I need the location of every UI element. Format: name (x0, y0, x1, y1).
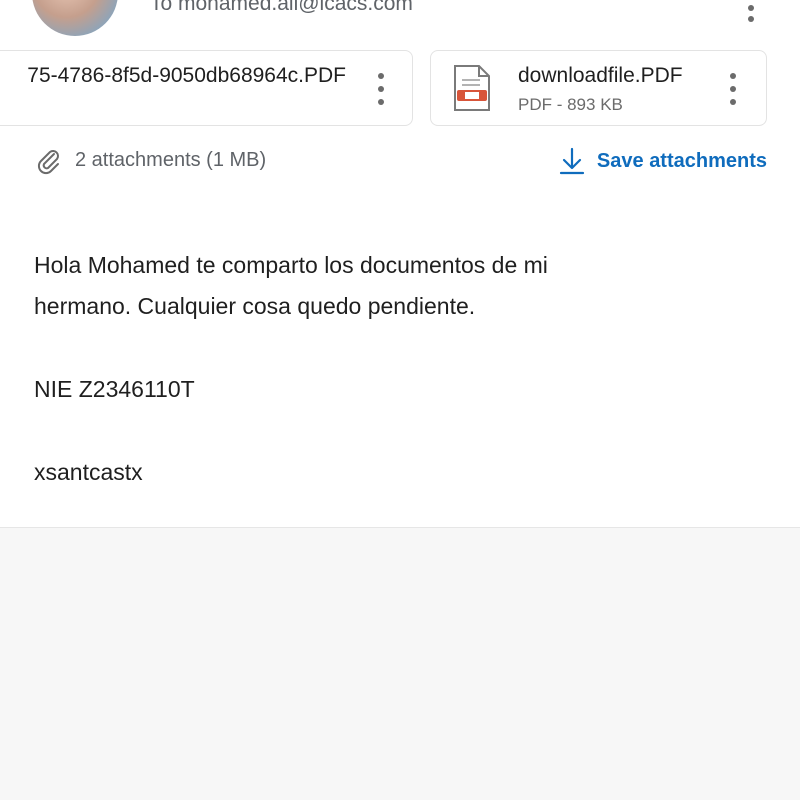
pdf-file-icon (454, 65, 490, 111)
avatar[interactable] (32, 0, 118, 36)
attachment-more-button[interactable] (728, 73, 738, 105)
message-line: hermano. Cualquier cosa quedo pendiente. (34, 293, 476, 319)
message-line: Hola Mohamed te comparto los documentos … (34, 252, 548, 278)
attachment-card[interactable]: 75-4786-8f5d-9050db68964c.PDF (0, 50, 413, 126)
attachment-summary-bar: 2 attachments (1 MB) Save attachments (35, 144, 767, 178)
attachment-filename: 75-4786-8f5d-9050db68964c.PDF (27, 64, 346, 87)
save-attachments-label: Save attachments (596, 149, 767, 172)
message-line: NIE Z2346110T (34, 376, 195, 402)
message-line: xsantcastx (34, 459, 143, 485)
attachment-card[interactable]: downloadfile.PDF PDF - 893 KB (430, 50, 767, 126)
message-body: Hola Mohamed te comparto los documentos … (34, 245, 754, 493)
recipient-line: To mohamed.ali@icacs.com (150, 0, 413, 15)
save-attachments-button[interactable]: Save attachments (559, 144, 767, 178)
email-view: To mohamed.ali@icacs.com 75-4786-8f5d-90… (0, 0, 800, 528)
more-vertical-icon (378, 73, 384, 79)
paperclip-icon (37, 150, 59, 175)
attachment-count: 2 attachments (1 MB) (75, 149, 267, 171)
more-options-button[interactable] (745, 0, 757, 22)
attachment-more-button[interactable] (376, 73, 386, 105)
more-vertical-icon (730, 73, 736, 79)
attachment-filename: downloadfile.PDF (518, 64, 683, 87)
download-icon (559, 147, 585, 175)
attachment-size: PDF - 893 KB (518, 95, 623, 114)
